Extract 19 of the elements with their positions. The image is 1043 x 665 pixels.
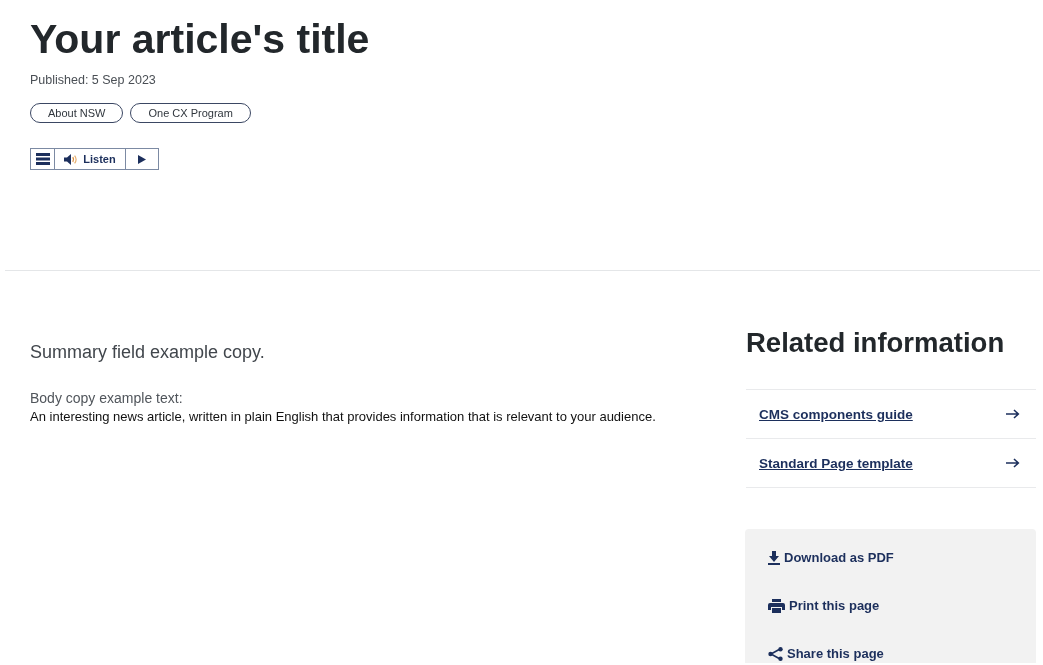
print-page-link[interactable]: Print this page [768,597,880,615]
article-title: Your article's title [30,15,371,64]
share-icon [768,647,783,661]
menu-icon [35,153,50,165]
body-text: An interesting news article, written in plain English that provides information that is relevant to your audience. [30,409,657,425]
download-pdf-link[interactable]: Download as PDF [768,549,894,567]
summary-text: Summary field example copy. [30,341,266,363]
body-label: Body copy example text: [30,390,184,407]
download-icon [768,551,780,565]
share-page-link[interactable]: Share this page [768,645,884,663]
play-icon [138,154,146,164]
published-date: Published: 5 Sep 2023 [30,73,157,87]
related-link[interactable]: CMS components guide [759,406,913,422]
related-heading: Related information [746,327,1006,359]
arrow-right-icon [1006,409,1020,419]
printer-icon [768,599,785,613]
speaker-icon [64,153,79,165]
related-link[interactable]: Standard Page template [759,455,913,471]
arrow-right-icon [1006,458,1020,468]
